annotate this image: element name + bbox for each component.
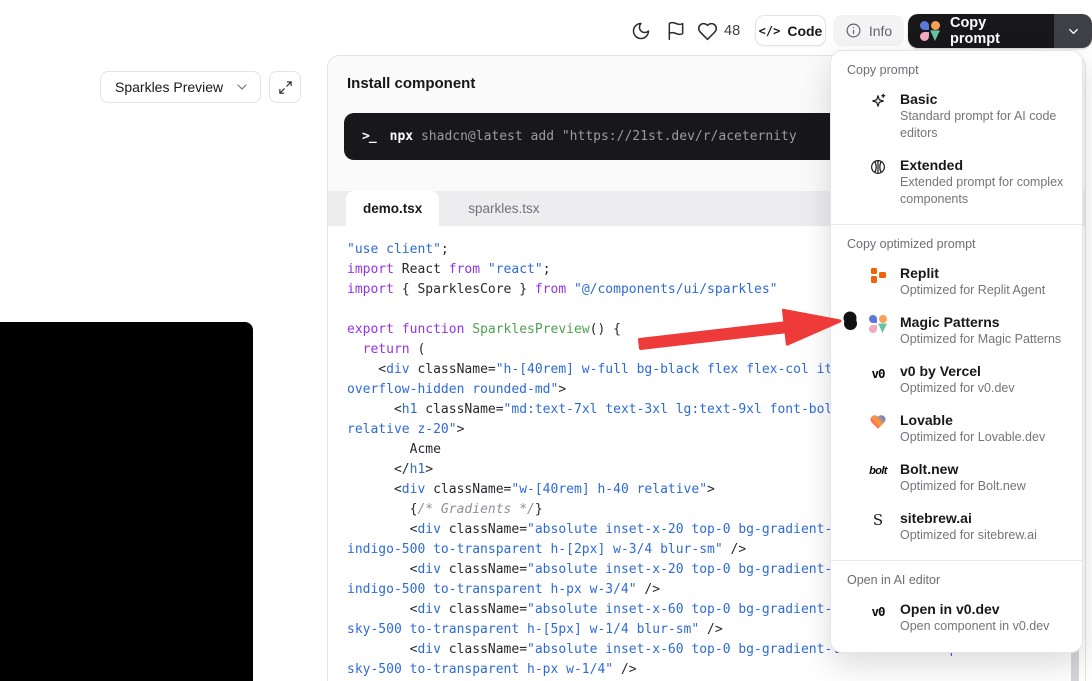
- replit-icon: [869, 266, 887, 284]
- lovable-icon: [869, 413, 887, 431]
- selected-item-dot: [844, 317, 857, 330]
- chevron-down-icon: [234, 79, 250, 95]
- magic-patterns-icon: [869, 315, 887, 333]
- menu-item-title: Bolt.new: [900, 461, 1026, 478]
- report-button[interactable]: [664, 19, 688, 43]
- menu-section-open-in-ai-editor: Open in AI editor v0 Open in v0.devOpen co…: [831, 561, 1082, 650]
- terminal-icon: >_: [362, 129, 376, 144]
- menu-item-title: Open in v0.dev: [900, 601, 1049, 618]
- fullscreen-button[interactable]: [269, 71, 301, 103]
- menu-item-open-in-v0-dev[interactable]: v0 Open in v0.devOpen component in v0.dev: [831, 601, 1082, 650]
- menu-item-description: editors: [900, 125, 1056, 142]
- command-text: shadcn@latest add "https://21st.dev/r/ac…: [421, 129, 797, 144]
- menu-item-extended[interactable]: ExtendedExtended prompt for complexcompo…: [831, 157, 1082, 223]
- preview-variant-label: Sparkles Preview: [115, 79, 223, 95]
- menu-section-label: Copy optimized prompt: [831, 237, 1082, 251]
- flag-icon: [666, 21, 686, 41]
- menu-item-description: Optimized for v0.dev: [900, 380, 1015, 397]
- copy-prompt-label: Copy prompt: [950, 15, 1040, 47]
- v0-icon: v0: [869, 602, 887, 620]
- menu-item-description: Optimized for Lovable.dev: [900, 429, 1045, 446]
- menu-item-description: Extended prompt for complex: [900, 174, 1063, 191]
- copy-prompt-split-button: Copy prompt: [908, 14, 1092, 48]
- code-icon: </>: [759, 24, 781, 38]
- menu-item-title: Magic Patterns: [900, 314, 1061, 331]
- info-button-label: Info: [869, 23, 892, 39]
- install-panel-title: Install component: [347, 75, 475, 92]
- info-icon: [845, 22, 862, 39]
- menu-section-copy-prompt: Copy prompt BasicStandard prompt for AI c…: [831, 51, 1082, 223]
- menu-item-title: Replit: [900, 265, 1045, 282]
- sparkles-icon: [869, 92, 887, 110]
- menu-item-description: Optimized for sitebrew.ai: [900, 527, 1037, 544]
- menu-section-label: Copy prompt: [831, 63, 1082, 77]
- menu-section-copy-optimized-prompt: Copy optimized promptReplitOptimized for…: [831, 225, 1082, 559]
- sitebrew-icon: S: [869, 511, 887, 529]
- menu-item-title: sitebrew.ai: [900, 510, 1037, 527]
- like-count: 48: [724, 23, 740, 39]
- command-prefix: npx: [390, 129, 413, 144]
- menu-item-title: Extended: [900, 157, 1063, 174]
- chevron-down-icon: [1066, 24, 1081, 39]
- moon-icon: [631, 21, 651, 41]
- menu-section-label: Open in AI editor: [831, 573, 1082, 587]
- menu-item-description: Optimized for Bolt.new: [900, 478, 1026, 495]
- like-button[interactable]: 48: [697, 19, 740, 43]
- file-tab-demo-tsx[interactable]: demo.tsx: [346, 191, 439, 226]
- code-tab-button[interactable]: </> Code: [755, 15, 826, 46]
- menu-item-description: Open component in v0.dev: [900, 618, 1049, 635]
- maximize-icon: [278, 80, 293, 95]
- preview-variant-select[interactable]: Sparkles Preview: [100, 71, 261, 103]
- menu-item-sitebrew-ai[interactable]: Ssitebrew.aiOptimized for sitebrew.ai: [831, 510, 1082, 559]
- menu-item-description: Optimized for Magic Patterns: [900, 331, 1061, 348]
- info-tab-button[interactable]: Info: [833, 15, 904, 46]
- code-line: sky-500 to-transparent h-px w-1/4" />: [347, 660, 1065, 680]
- code-button-label: Code: [787, 23, 822, 39]
- page: 48 </> Code Info Copy prompt Sparkles Pr…: [0, 0, 1092, 681]
- copy-prompt-button[interactable]: Copy prompt: [908, 14, 1054, 48]
- file-tab-sparkles-tsx[interactable]: sparkles.tsx: [451, 191, 556, 226]
- menu-item-v0-by-vercel[interactable]: v0 v0 by VercelOptimized for v0.dev: [831, 363, 1082, 412]
- menu-item-description: Standard prompt for AI code: [900, 108, 1056, 125]
- component-preview-canvas: [0, 322, 253, 681]
- menu-item-basic[interactable]: BasicStandard prompt for AI codeeditors: [831, 91, 1082, 157]
- brain-icon: [869, 158, 887, 176]
- menu-item-lovable[interactable]: LovableOptimized for Lovable.dev: [831, 412, 1082, 461]
- dark-mode-toggle[interactable]: [629, 19, 653, 43]
- menu-item-title: v0 by Vercel: [900, 363, 1015, 380]
- magic-patterns-logo-icon: [920, 21, 940, 41]
- heart-icon: [697, 21, 718, 42]
- menu-item-title: Basic: [900, 91, 1056, 108]
- bolt-icon: bolt: [869, 462, 887, 480]
- menu-item-magic-patterns[interactable]: Magic PatternsOptimized for Magic Patter…: [831, 314, 1082, 363]
- menu-item-title: Lovable: [900, 412, 1045, 429]
- copy-prompt-dropdown-toggle[interactable]: [1054, 14, 1092, 48]
- v0-icon: v0: [869, 364, 887, 382]
- menu-item-bolt-new[interactable]: bolt Bolt.newOptimized for Bolt.new: [831, 461, 1082, 510]
- copy-prompt-dropdown-menu: Copy prompt BasicStandard prompt for AI c…: [830, 50, 1083, 653]
- menu-item-description: Optimized for Replit Agent: [900, 282, 1045, 299]
- menu-item-replit[interactable]: ReplitOptimized for Replit Agent: [831, 265, 1082, 314]
- menu-item-description: components: [900, 191, 1063, 208]
